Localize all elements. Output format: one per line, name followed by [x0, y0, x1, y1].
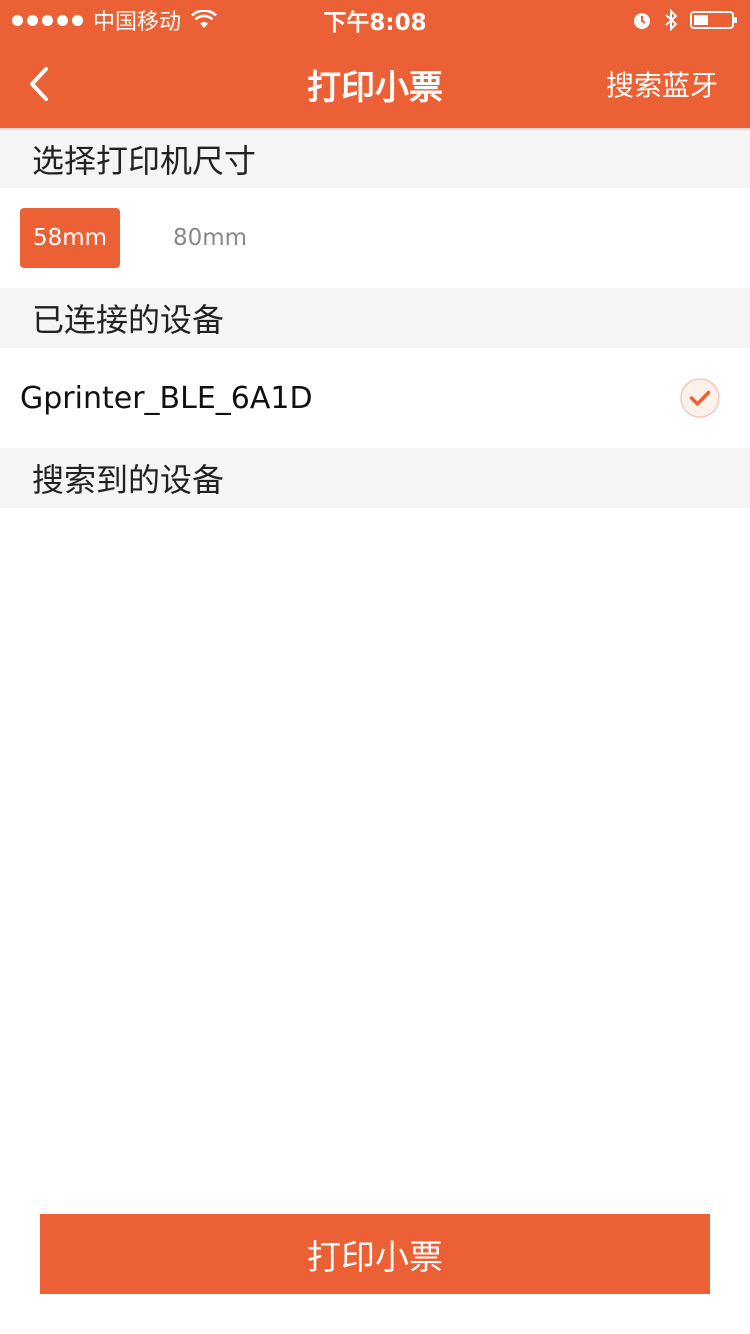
- battery-icon: [690, 11, 737, 29]
- carrier-name: 中国移动: [93, 10, 182, 35]
- bluetooth-icon: [665, 9, 678, 31]
- checkmark-icon: [680, 378, 720, 418]
- screen: 中国移动 下午8:08 打印小票 搜索蓝牙 选择打印机尺寸 58mm 80mm …: [0, 0, 750, 1334]
- section-header-connected: 已连接的设备: [0, 288, 750, 348]
- size-option-80mm[interactable]: 80mm: [160, 208, 260, 268]
- signal-strength-icon: [12, 14, 83, 26]
- connected-device-row[interactable]: Gprinter_BLE_6A1D: [0, 348, 750, 448]
- section-header-found: 搜索到的设备: [0, 448, 750, 508]
- device-name: Gprinter_BLE_6A1D: [20, 380, 313, 416]
- status-right: [632, 0, 738, 40]
- status-left: 中国移动: [12, 0, 217, 40]
- wifi-icon: [191, 10, 217, 28]
- alarm-icon: [634, 13, 650, 29]
- status-bar: 中国移动 下午8:08: [0, 0, 750, 40]
- size-option-58mm[interactable]: 58mm: [20, 208, 120, 268]
- search-bluetooth-button[interactable]: 搜索蓝牙: [606, 40, 718, 128]
- nav-bar: 打印小票 搜索蓝牙: [0, 40, 750, 128]
- print-receipt-button[interactable]: 打印小票: [40, 1214, 710, 1294]
- section-header-printer-size: 选择打印机尺寸: [0, 130, 750, 188]
- size-selector: 58mm 80mm: [0, 188, 750, 288]
